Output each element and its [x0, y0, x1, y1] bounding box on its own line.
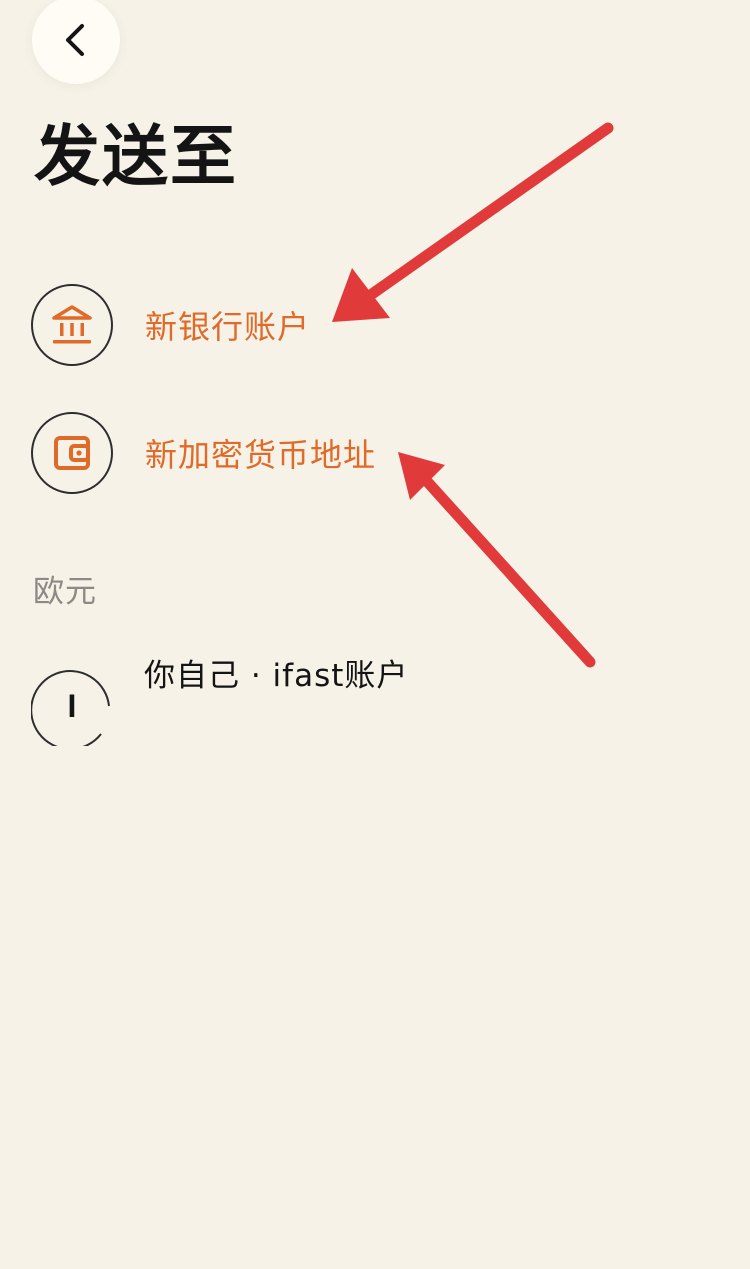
new-crypto-address-option[interactable]: 新加密货币地址	[31, 412, 491, 494]
new-bank-account-label: 新银行账户	[145, 308, 311, 346]
new-bank-account-option[interactable]: 新银行账户	[31, 284, 491, 366]
wallet-icon-circle	[31, 412, 113, 494]
section-heading-eur: 欧元	[33, 574, 97, 610]
back-button[interactable]	[32, 0, 120, 84]
send-to-screen: 发送至 新银行账户 新加密货币地址 欧元 I 你自己 · ifast账户	[0, 0, 750, 1269]
account-row-ifast[interactable]: I 你自己 · ifast账户	[31, 640, 531, 760]
avatar: I	[31, 670, 110, 746]
avatar-initial: I	[68, 688, 77, 724]
wallet-icon	[54, 436, 90, 470]
chevron-left-icon	[66, 24, 84, 56]
account-title: 你自己 · ifast账户	[144, 658, 409, 694]
page-title: 发送至	[34, 118, 238, 195]
new-crypto-address-label: 新加密货币地址	[145, 436, 377, 474]
bank-icon	[52, 305, 92, 344]
bank-icon-circle	[31, 284, 113, 366]
